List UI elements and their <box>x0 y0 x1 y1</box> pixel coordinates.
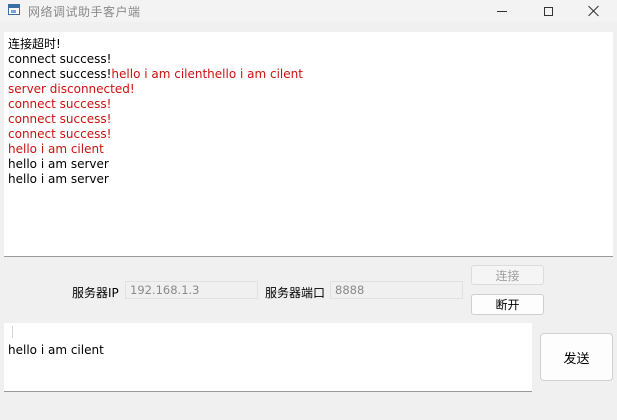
log-line: connect success!hello i am cilenthello i… <box>8 67 609 82</box>
log-segment: connect success! <box>8 52 112 66</box>
log-line: connect success! <box>8 127 609 142</box>
window-app-icon <box>8 4 20 15</box>
client-window: 网络调试助手客户端 连接超时! connect success! connect s… <box>0 0 617 420</box>
server-port-label: 服务器端口 <box>265 286 326 300</box>
server-ip-label: 服务器IP <box>72 286 119 300</box>
log-line: server disconnected! <box>8 82 609 97</box>
log-segment: hello i am server <box>8 172 109 186</box>
text-caret <box>12 326 13 338</box>
window-title: 网络调试助手客户端 <box>28 5 141 19</box>
log-segment: hello i am cilenthello i am cilent <box>111 67 303 81</box>
close-button[interactable] <box>571 0 617 22</box>
title-bar[interactable]: 网络调试助手客户端 <box>0 0 617 22</box>
maximize-icon <box>543 6 553 16</box>
message-log[interactable]: 连接超时! connect success! connect success!hel… <box>4 32 613 257</box>
maximize-button[interactable] <box>525 0 571 22</box>
minimize-button[interactable] <box>479 0 525 22</box>
log-line: connect success! <box>8 112 609 127</box>
log-segment: connect success! <box>8 97 112 111</box>
message-input-text: hello i am cilent <box>8 343 104 357</box>
disconnect-button[interactable]: 断开 <box>471 294 544 315</box>
log-line: 连接超时! <box>8 37 609 52</box>
close-icon <box>588 5 600 17</box>
server-ip-input[interactable]: 192.168.1.3 <box>125 281 258 299</box>
minimize-icon <box>497 10 507 12</box>
message-input[interactable]: hello i am cilent <box>4 323 532 392</box>
log-line: connect success! <box>8 52 609 67</box>
send-button[interactable]: 发送 <box>540 333 613 381</box>
log-segment: connect success! <box>8 112 112 126</box>
log-segment: 连接超时! <box>8 37 61 51</box>
log-segment: server disconnected! <box>8 82 135 96</box>
log-segment: connect success! <box>8 67 112 81</box>
log-line: hello i am cilent <box>8 142 609 157</box>
connect-button[interactable]: 连接 <box>471 265 544 285</box>
server-port-input[interactable]: 8888 <box>330 281 463 299</box>
log-segment: hello i am server <box>8 157 109 171</box>
log-segment: hello i am cilent <box>8 142 104 156</box>
log-segment: connect success! <box>8 127 112 141</box>
log-line: hello i am server <box>8 157 609 172</box>
log-line: connect success! <box>8 97 609 112</box>
log-line: hello i am server <box>8 172 609 187</box>
